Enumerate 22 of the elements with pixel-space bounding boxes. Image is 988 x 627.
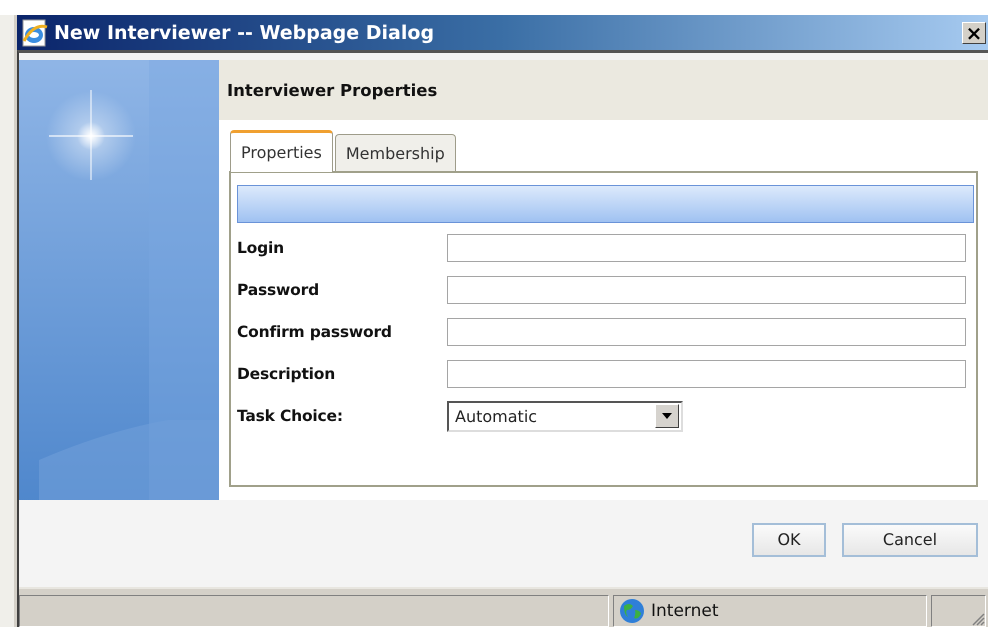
field-label: Task Choice:	[237, 407, 344, 425]
window-title: New Interviewer -- Webpage Dialog	[54, 22, 436, 44]
field-label: Confirm password	[237, 323, 393, 341]
dropdown-arrow-icon	[662, 413, 672, 419]
input-field[interactable]	[447, 318, 966, 346]
input-field[interactable]	[447, 234, 966, 262]
ok-button[interactable]: OK	[752, 522, 826, 556]
section-title: Interviewer Properties	[227, 80, 438, 100]
input-field[interactable]	[447, 276, 966, 304]
field-label: Password	[237, 281, 320, 299]
field-label: Description	[237, 365, 336, 383]
tab[interactable]: Properties	[230, 130, 333, 172]
dropdown[interactable]: Automatic	[447, 400, 683, 432]
resize-grip-icon[interactable]	[971, 612, 985, 626]
input-field[interactable]	[447, 360, 966, 388]
field-label: Login	[237, 239, 285, 257]
cancel-button[interactable]: Cancel	[842, 522, 978, 556]
close-button[interactable]: ×	[962, 22, 986, 44]
browser-logo-icon	[20, 18, 50, 46]
globe-icon	[619, 598, 645, 624]
tab[interactable]: Membership	[334, 134, 456, 171]
security-zone-label: Internet	[651, 601, 719, 621]
